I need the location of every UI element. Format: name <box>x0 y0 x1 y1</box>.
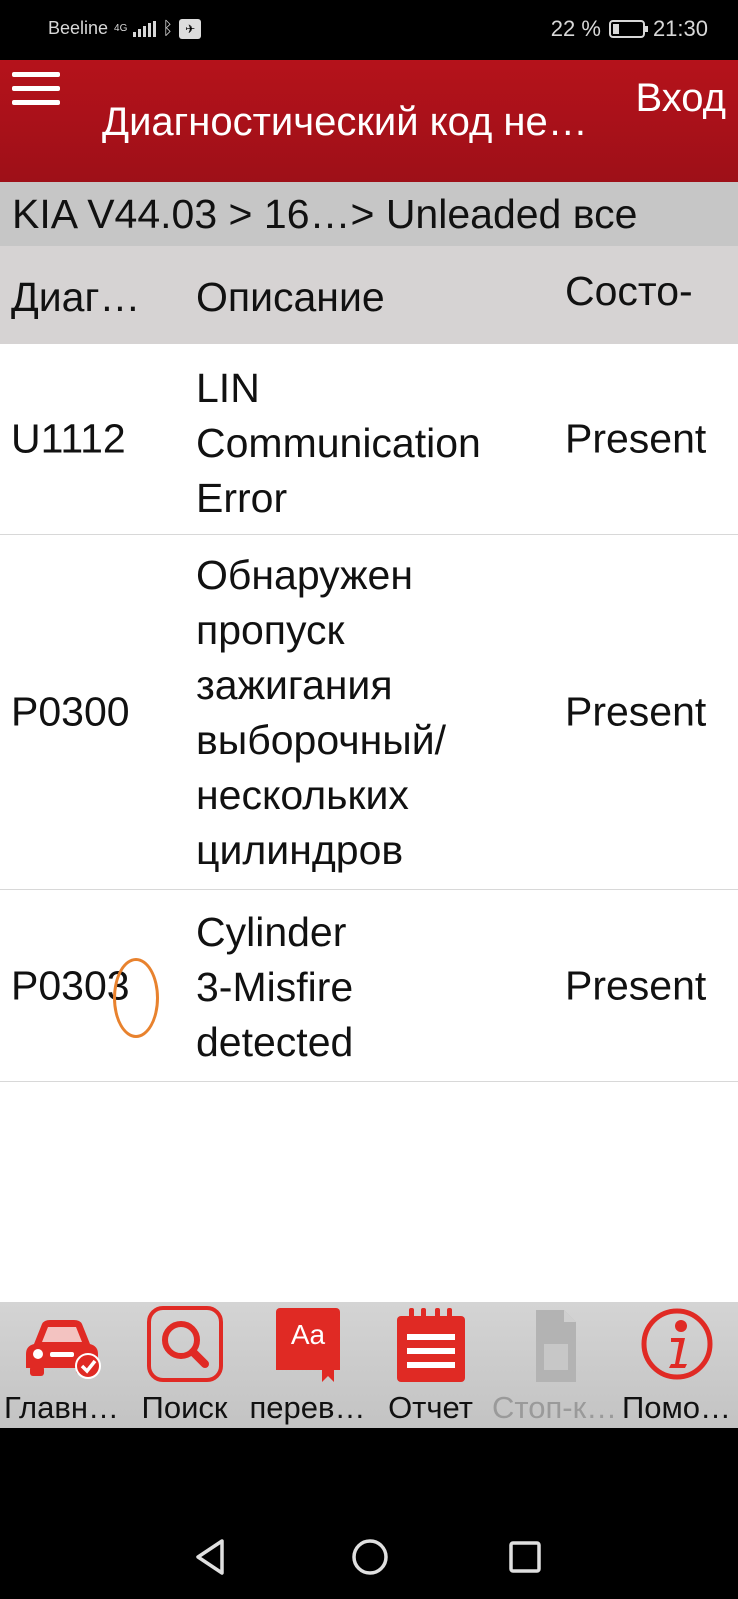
dtc-description: LIN Communication Error <box>196 361 536 526</box>
description-line: Cylinder <box>196 909 347 955</box>
toolbar-label: Стоп-к… <box>492 1390 615 1425</box>
home-icon[interactable] <box>348 1535 392 1579</box>
carrier-name: Beeline <box>48 18 109 38</box>
network-type: 4G <box>114 23 128 34</box>
info-icon <box>641 1308 712 1380</box>
description-line: Error <box>196 475 288 521</box>
description-line: нескольких <box>196 772 409 818</box>
description-line: Обнаружен <box>196 552 413 598</box>
dtc-description: Обнаружен пропуск зажигания выборочный/ … <box>196 548 536 878</box>
battery-percent: 22 % <box>550 16 601 41</box>
page-title: Диагностический код не… <box>102 100 588 144</box>
toolbar-label: перев… <box>249 1390 366 1425</box>
clock: 21:30 <box>652 16 708 41</box>
toolbar-label: Главн… <box>4 1390 119 1425</box>
recents-icon[interactable] <box>503 1535 547 1579</box>
freeze-frame-icon <box>535 1310 576 1382</box>
column-header-status[interactable]: Состо- <box>565 268 693 315</box>
translate-book-icon: Aa <box>275 1308 340 1382</box>
help-button[interactable]: Помо… <box>615 1302 738 1428</box>
signal-icon <box>133 20 157 37</box>
description-line: detected <box>196 1019 354 1065</box>
table-row[interactable]: P0300 Обнаружен пропуск зажигания выборо… <box>0 535 738 890</box>
report-button[interactable]: Отчет <box>369 1302 492 1428</box>
nfc-icon: ✈ <box>179 18 202 39</box>
column-header-code[interactable]: Диаг… <box>11 274 140 321</box>
table-header: Диаг… Описание Состо- <box>0 246 738 344</box>
battery-icon <box>608 20 648 38</box>
description-line: пропуск <box>196 607 345 653</box>
dtc-description: Cylinder 3-Misfire detected <box>196 905 536 1070</box>
description-line: зажигания <box>196 662 393 708</box>
dtc-code: P0303 <box>11 962 130 1008</box>
report-icon <box>396 1308 465 1382</box>
column-header-description[interactable]: Описание <box>196 274 385 321</box>
table-row[interactable]: U1112 LIN Communication Error Present <box>0 344 738 535</box>
car-check-icon <box>25 1320 101 1379</box>
dtc-status: Present <box>565 962 707 1008</box>
status-bar: Beeline 4G ᛒ ✈ 22 % 21:30 <box>0 0 738 60</box>
table-row[interactable]: P0303 Cylinder 3-Misfire detected Presen… <box>0 890 738 1082</box>
toolbar-label: Поиск <box>141 1390 228 1425</box>
dtc-code: P0300 <box>11 688 130 735</box>
dtc-status: Present <box>565 688 707 735</box>
dtc-table: Диаг… Описание Состо- U1112 LIN Communic… <box>0 246 738 1302</box>
dtc-status: Present <box>565 415 707 462</box>
navigation-bar <box>0 1428 738 1599</box>
search-icon <box>146 1306 223 1382</box>
toolbar-label: Помо… <box>621 1390 732 1425</box>
description-line: выборочный/ <box>196 717 447 763</box>
bluetooth-icon: ᛒ <box>162 18 174 38</box>
home-button[interactable]: Главн… <box>0 1302 123 1428</box>
annotation-circle <box>113 958 159 1038</box>
description-line: 3-Misfire <box>196 964 354 1010</box>
bottom-toolbar: Главн… Поиск Aa перев… Отчет Стоп-к… Пом… <box>0 1302 738 1428</box>
translate-button[interactable]: Aa перев… <box>246 1302 369 1428</box>
svg-text:Aa: Aa <box>290 1319 325 1350</box>
toolbar-label: Отчет <box>388 1390 473 1425</box>
menu-icon[interactable] <box>12 72 60 112</box>
back-icon[interactable] <box>190 1535 234 1579</box>
description-line: цилиндров <box>196 827 404 873</box>
login-button[interactable]: Вход <box>636 76 727 121</box>
freeze-frame-button[interactable]: Стоп-к… <box>492 1302 615 1428</box>
description-line: Communication <box>196 420 481 466</box>
dtc-code: U1112 <box>11 415 126 462</box>
description-line: LIN <box>196 365 260 411</box>
search-button[interactable]: Поиск <box>123 1302 246 1428</box>
status-right: 22 % 21:30 <box>551 16 708 42</box>
breadcrumb[interactable]: KIA V44.03 > 16…> Unleaded все <box>0 182 738 246</box>
status-left: Beeline 4G ᛒ ✈ <box>48 18 202 39</box>
app-header: Диагностический код не… Вход <box>0 60 738 182</box>
